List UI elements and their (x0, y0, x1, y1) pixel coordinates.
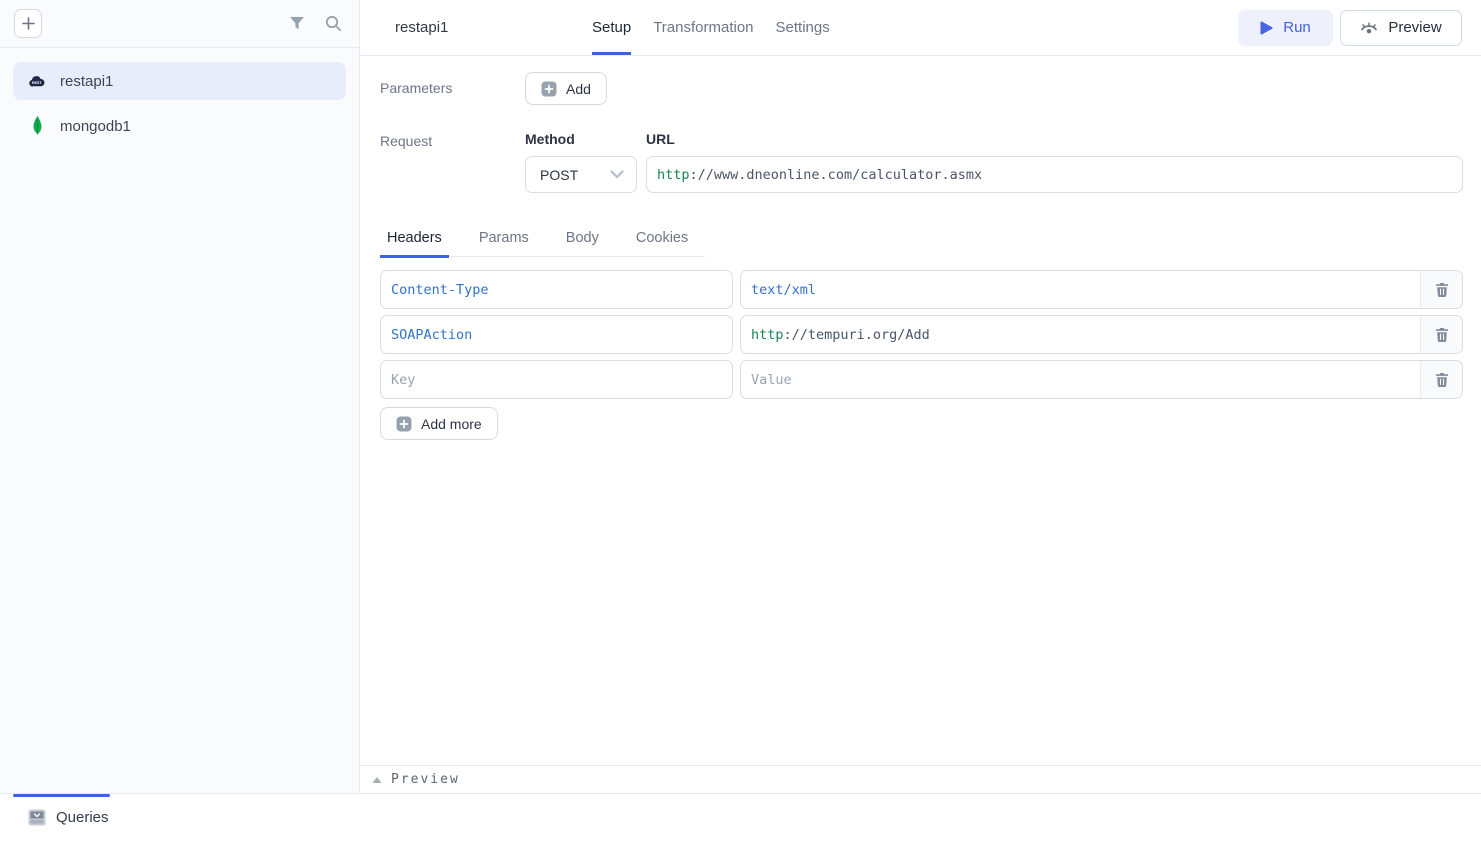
queries-icon (28, 809, 46, 826)
tab-body[interactable]: Body (559, 225, 606, 258)
filter-icon[interactable] (285, 12, 309, 36)
headers-list: Content-Type text/xml (380, 270, 1463, 399)
query-title[interactable]: restapi1 (395, 19, 592, 36)
delete-header-button[interactable] (1420, 361, 1462, 398)
add-parameter-label: Add (566, 81, 591, 97)
svg-text:REST: REST (32, 81, 42, 85)
request-section: Request Method POST URL http://www.dneon… (380, 131, 1463, 193)
tab-params[interactable]: Params (472, 225, 536, 258)
tab-setup[interactable]: Setup (592, 0, 631, 55)
query-list: REST restapi1 mongodb1 (0, 48, 359, 166)
header-value-rest: ://tempuri.org/Add (784, 327, 930, 343)
editor-tabs: Setup Transformation Settings (592, 0, 830, 55)
add-more-button[interactable]: Add more (380, 407, 498, 440)
method-select[interactable]: POST (525, 156, 637, 193)
queries-panel-tab[interactable]: Queries (28, 809, 109, 826)
active-panel-indicator (13, 794, 110, 797)
query-item-mongodb1[interactable]: mongodb1 (13, 107, 346, 145)
query-editor: restapi1 Setup Transformation Settings R… (360, 0, 1481, 793)
method-value: POST (540, 167, 610, 183)
query-item-restapi1[interactable]: REST restapi1 (13, 62, 346, 100)
plus-square-icon (541, 81, 557, 97)
sidebar-header (0, 0, 359, 48)
header-key-text: SOAPAction (391, 327, 472, 343)
url-scheme: http (657, 167, 690, 183)
run-button-label: Run (1283, 19, 1311, 36)
add-parameter-button[interactable]: Add (525, 72, 607, 105)
preview-bar-label: Preview (391, 772, 460, 787)
header-row-empty (380, 360, 1463, 399)
method-label: Method (525, 131, 637, 147)
tab-settings[interactable]: Settings (776, 0, 830, 55)
header-key-text: Content-Type (391, 282, 489, 298)
run-button[interactable]: Run (1238, 10, 1333, 46)
header-key-input[interactable]: Content-Type (380, 270, 733, 309)
tab-transformation[interactable]: Transformation (653, 0, 753, 55)
trash-icon (1435, 327, 1449, 343)
header-value-input[interactable]: text/xml (741, 271, 1420, 308)
add-more-label: Add more (421, 416, 482, 432)
header-value-text: text/xml (751, 282, 816, 298)
header-value-wrap: http://tempuri.org/Add (740, 315, 1463, 354)
parameters-section: Parameters Add (380, 72, 1463, 105)
request-label: Request (380, 131, 525, 149)
header-key-input[interactable] (380, 360, 733, 399)
tab-headers[interactable]: Headers (380, 225, 449, 258)
header-value-wrap (740, 360, 1463, 399)
delete-header-button[interactable] (1420, 271, 1462, 308)
bottom-panel-bar: Queries (0, 793, 1481, 841)
url-input[interactable]: http://www.dneonline.com/calculator.asmx (646, 156, 1463, 193)
delete-header-button[interactable] (1420, 316, 1462, 353)
query-editor-header: restapi1 Setup Transformation Settings R… (360, 0, 1481, 56)
queries-tab-label: Queries (56, 809, 109, 826)
header-value-scheme: http (751, 327, 784, 343)
add-query-button[interactable] (14, 9, 42, 38)
mongodb-leaf-icon (27, 116, 47, 136)
setup-panel: Parameters Add Request Method POST (360, 56, 1481, 765)
trash-icon (1435, 372, 1449, 388)
header-value-input[interactable]: http://tempuri.org/Add (741, 316, 1420, 353)
header-value-input[interactable] (741, 361, 1420, 398)
rest-api-cloud-icon: REST (27, 74, 47, 88)
header-value-field[interactable] (751, 372, 1410, 388)
url-rest: ://www.dneonline.com/calculator.asmx (690, 167, 983, 183)
query-item-label: mongodb1 (60, 118, 131, 135)
header-row-2: SOAPAction http://tempuri.org/Add (380, 315, 1463, 354)
header-actions: Run Preview (1238, 10, 1462, 46)
plus-icon (22, 17, 35, 30)
header-row-1: Content-Type text/xml (380, 270, 1463, 309)
preview-button[interactable]: Preview (1340, 10, 1462, 46)
header-key-field[interactable] (391, 372, 722, 388)
tab-cookies[interactable]: Cookies (629, 225, 695, 258)
app: REST restapi1 mongodb1 restapi1 Setu (0, 0, 1481, 793)
query-item-label: restapi1 (60, 73, 113, 90)
preview-button-label: Preview (1388, 19, 1441, 36)
request-detail-tabs: Headers Params Body Cookies (380, 225, 705, 257)
search-icon[interactable] (321, 12, 345, 36)
preview-collapse-bar[interactable]: Preview (360, 765, 1481, 793)
play-icon (1260, 21, 1273, 35)
query-sidebar: REST restapi1 mongodb1 (0, 0, 360, 793)
eye-icon (1360, 20, 1378, 36)
header-key-input[interactable]: SOAPAction (380, 315, 733, 354)
header-value-wrap: text/xml (740, 270, 1463, 309)
url-field: URL http://www.dneonline.com/calculator.… (646, 131, 1463, 193)
chevron-down-icon (610, 170, 624, 179)
parameters-label: Parameters (380, 72, 525, 96)
method-field: Method POST (525, 131, 637, 193)
plus-square-icon (396, 416, 412, 432)
url-label: URL (646, 131, 1463, 147)
collapse-up-icon (372, 776, 382, 784)
trash-icon (1435, 282, 1449, 298)
